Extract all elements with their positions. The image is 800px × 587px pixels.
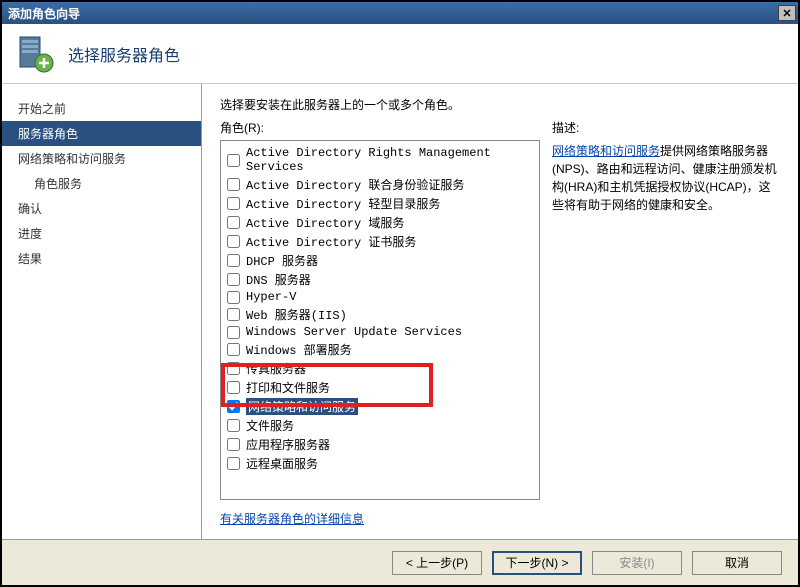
role-label: 文件服务 xyxy=(246,417,294,434)
role-checkbox-7[interactable] xyxy=(227,291,240,304)
role-item-9[interactable]: Windows Server Update Services xyxy=(225,324,535,340)
role-item-2[interactable]: Active Directory 轻型目录服务 xyxy=(225,194,535,213)
role-label: Active Directory 域服务 xyxy=(246,214,404,231)
wizard-window: 添加角色向导 ✕ 选择服务器角色 开始之前服务器角色网络策略和访问服务角色服务确… xyxy=(0,0,800,587)
role-label: Active Directory 轻型目录服务 xyxy=(246,195,440,212)
nav-item-2[interactable]: 网络策略和访问服务 xyxy=(2,146,201,171)
role-item-15[interactable]: 应用程序服务器 xyxy=(225,435,535,454)
roles-listbox[interactable]: Active Directory Rights Management Servi… xyxy=(220,140,540,500)
wizard-header: 选择服务器角色 xyxy=(2,24,798,84)
nav-item-3[interactable]: 角色服务 xyxy=(2,171,201,196)
role-checkbox-8[interactable] xyxy=(227,308,240,321)
description-text: 网络策略和访问服务提供网络策略服务器(NPS)、路由和远程访问、健康注册颁发机构… xyxy=(552,142,780,214)
role-item-12[interactable]: 打印和文件服务 xyxy=(225,378,535,397)
nav-item-5[interactable]: 进度 xyxy=(2,221,201,246)
nav-item-4[interactable]: 确认 xyxy=(2,196,201,221)
close-button[interactable]: ✕ xyxy=(778,5,796,21)
role-label: 网络策略和访问服务 xyxy=(246,398,358,415)
nav-item-6[interactable]: 结果 xyxy=(2,246,201,271)
role-checkbox-0[interactable] xyxy=(227,154,240,167)
more-info-link-container: 有关服务器角色的详细信息 xyxy=(220,510,540,527)
nav-item-1[interactable]: 服务器角色 xyxy=(2,121,201,146)
role-checkbox-3[interactable] xyxy=(227,216,240,229)
titlebar: 添加角色向导 ✕ xyxy=(2,2,798,24)
role-checkbox-16[interactable] xyxy=(227,457,240,470)
role-label: Active Directory 证书服务 xyxy=(246,233,416,250)
install-button[interactable]: 安装(I) xyxy=(592,551,682,575)
role-item-0[interactable]: Active Directory Rights Management Servi… xyxy=(225,145,535,175)
role-label: 应用程序服务器 xyxy=(246,436,330,453)
role-item-10[interactable]: Windows 部署服务 xyxy=(225,340,535,359)
role-checkbox-12[interactable] xyxy=(227,381,240,394)
role-item-7[interactable]: Hyper-V xyxy=(225,289,535,305)
role-item-5[interactable]: DHCP 服务器 xyxy=(225,251,535,270)
role-checkbox-6[interactable] xyxy=(227,273,240,286)
main-content: 选择要安装在此服务器上的一个或多个角色。 角色(R): Active Direc… xyxy=(202,84,798,539)
description-role-link[interactable]: 网络策略和访问服务 xyxy=(552,144,660,158)
role-label: 打印和文件服务 xyxy=(246,379,330,396)
nav-item-0[interactable]: 开始之前 xyxy=(2,96,201,121)
wizard-footer: < 上一步(P) 下一步(N) > 安装(I) 取消 xyxy=(2,539,798,585)
role-label: 远程桌面服务 xyxy=(246,455,318,472)
wizard-body: 开始之前服务器角色网络策略和访问服务角色服务确认进度结果 选择要安装在此服务器上… xyxy=(2,84,798,539)
role-label: Windows Server Update Services xyxy=(246,325,462,339)
role-label: DNS 服务器 xyxy=(246,271,311,288)
prev-button[interactable]: < 上一步(P) xyxy=(392,551,482,575)
role-checkbox-1[interactable] xyxy=(227,178,240,191)
next-button[interactable]: 下一步(N) > xyxy=(492,551,582,575)
role-item-8[interactable]: Web 服务器(IIS) xyxy=(225,305,535,324)
cancel-button[interactable]: 取消 xyxy=(692,551,782,575)
nav-sidebar: 开始之前服务器角色网络策略和访问服务角色服务确认进度结果 xyxy=(2,84,202,539)
role-item-14[interactable]: 文件服务 xyxy=(225,416,535,435)
server-role-icon xyxy=(14,33,56,75)
role-checkbox-4[interactable] xyxy=(227,235,240,248)
instruction-text: 选择要安装在此服务器上的一个或多个角色。 xyxy=(220,96,780,113)
role-checkbox-13[interactable] xyxy=(227,400,240,413)
role-item-1[interactable]: Active Directory 联合身份验证服务 xyxy=(225,175,535,194)
role-item-6[interactable]: DNS 服务器 xyxy=(225,270,535,289)
role-checkbox-14[interactable] xyxy=(227,419,240,432)
description-panel: 描述: 网络策略和访问服务提供网络策略服务器(NPS)、路由和远程访问、健康注册… xyxy=(552,119,780,527)
role-label: 传真服务器 xyxy=(246,360,306,377)
window-title: 添加角色向导 xyxy=(8,5,80,22)
role-checkbox-5[interactable] xyxy=(227,254,240,267)
role-checkbox-10[interactable] xyxy=(227,343,240,356)
role-item-3[interactable]: Active Directory 域服务 xyxy=(225,213,535,232)
role-label: Active Directory Rights Management Servi… xyxy=(246,146,533,174)
roles-label: 角色(R): xyxy=(220,119,540,136)
role-label: DHCP 服务器 xyxy=(246,252,318,269)
more-info-link[interactable]: 有关服务器角色的详细信息 xyxy=(220,512,364,526)
role-label: Active Directory 联合身份验证服务 xyxy=(246,176,464,193)
role-checkbox-9[interactable] xyxy=(227,326,240,339)
role-label: Windows 部署服务 xyxy=(246,341,352,358)
page-title: 选择服务器角色 xyxy=(68,42,180,66)
role-item-11[interactable]: 传真服务器 xyxy=(225,359,535,378)
role-checkbox-11[interactable] xyxy=(227,362,240,375)
role-item-16[interactable]: 远程桌面服务 xyxy=(225,454,535,473)
role-checkbox-2[interactable] xyxy=(227,197,240,210)
role-checkbox-15[interactable] xyxy=(227,438,240,451)
description-label: 描述: xyxy=(552,119,780,136)
role-item-4[interactable]: Active Directory 证书服务 xyxy=(225,232,535,251)
role-label: Hyper-V xyxy=(246,290,296,304)
role-item-13[interactable]: 网络策略和访问服务 xyxy=(225,397,535,416)
role-label: Web 服务器(IIS) xyxy=(246,306,347,323)
